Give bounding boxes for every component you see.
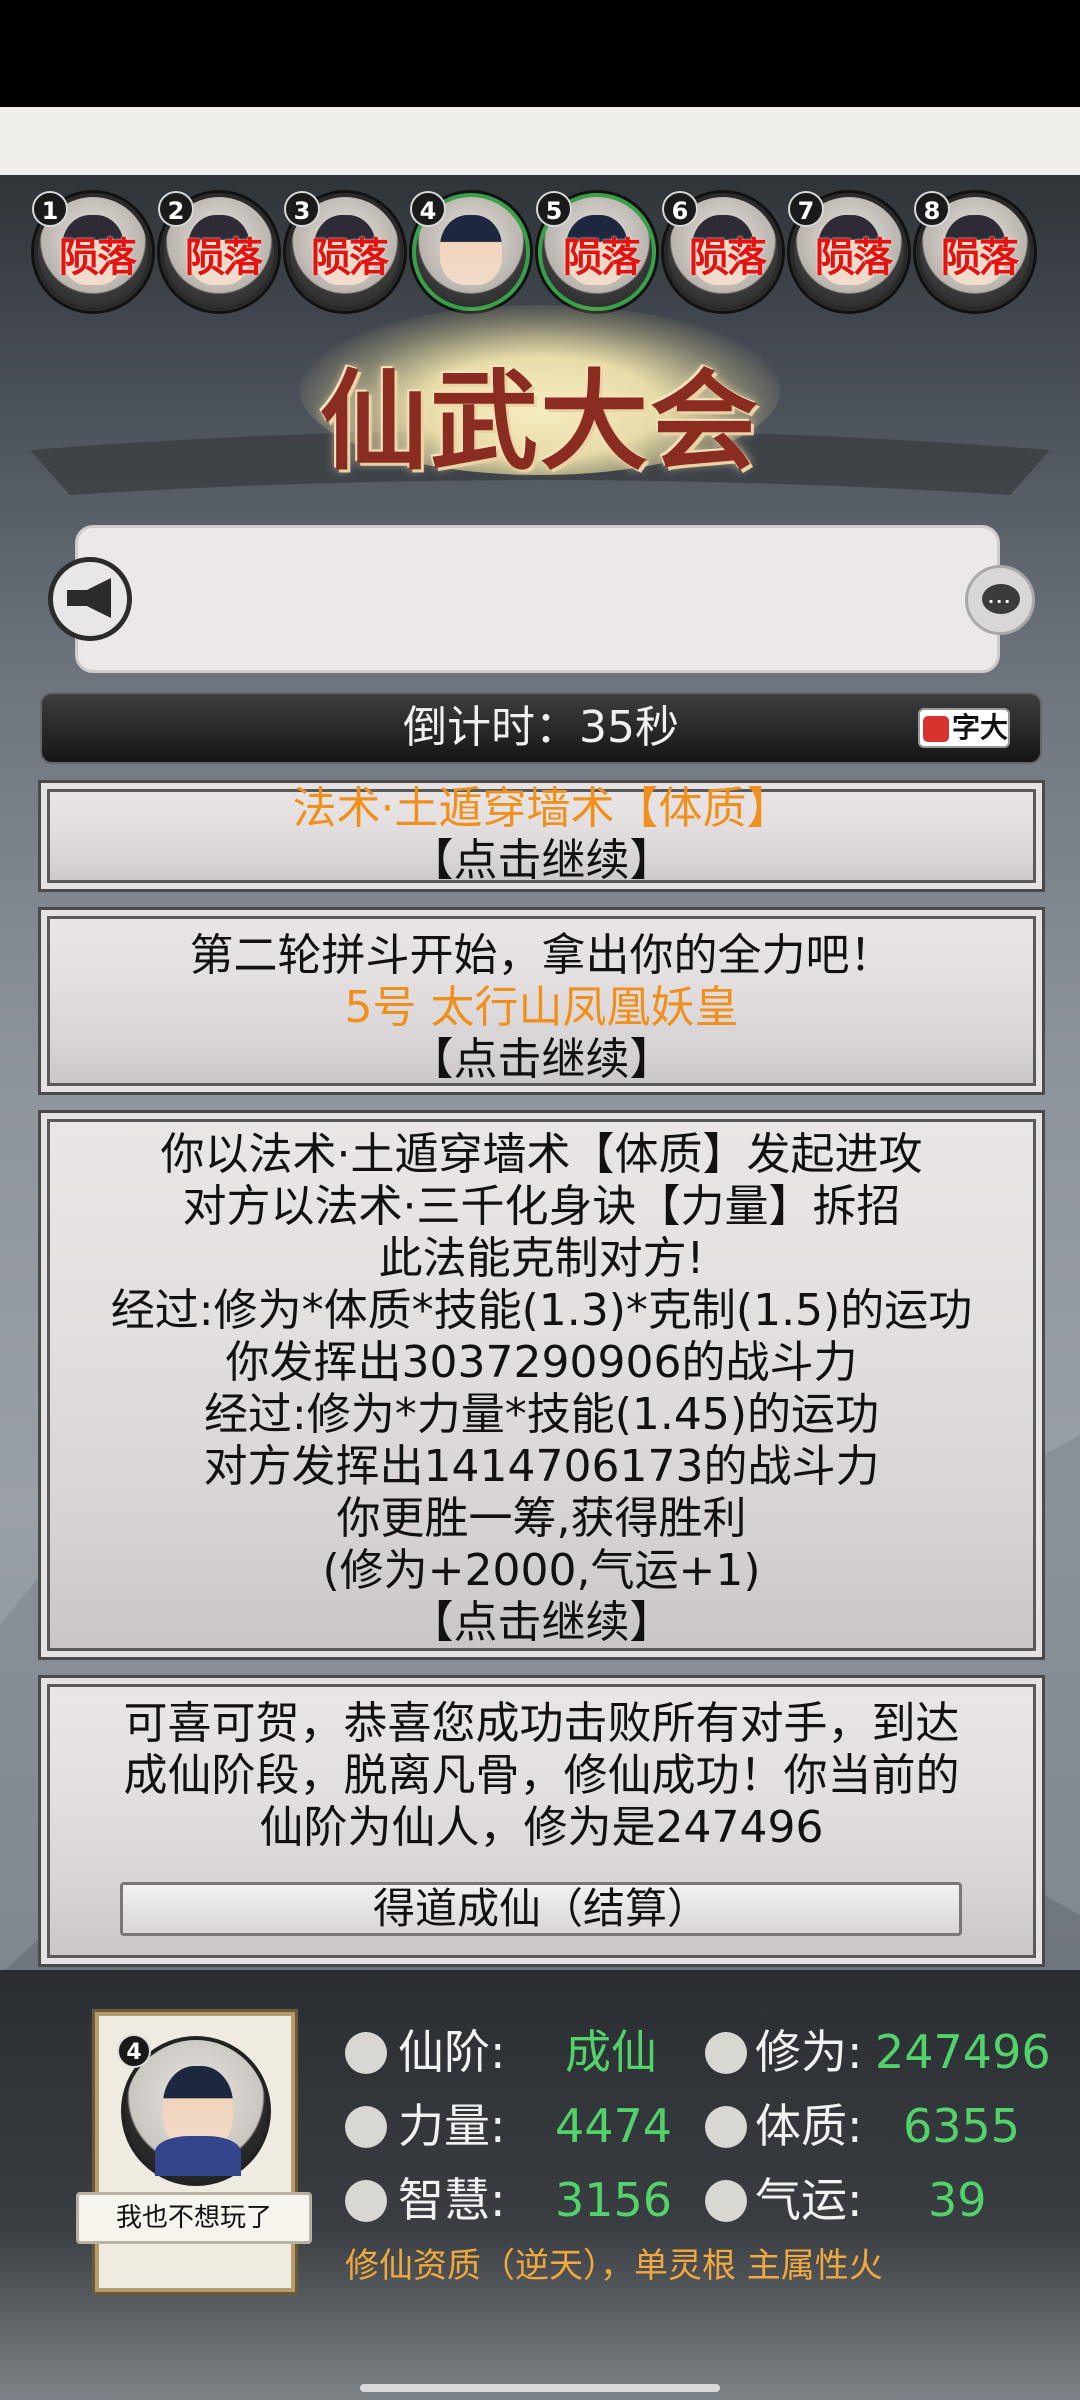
game-title: 仙武大会 [320, 359, 761, 485]
top-strip [0, 107, 1080, 175]
player-avatar-row: 1 陨落 2 陨落 3 陨落 4 5 陨落 6 陨落 7 陨落 8 陨落 [32, 191, 1046, 323]
avatar-number: 4 [410, 191, 446, 227]
player-number: 4 [117, 2034, 151, 2068]
cultivation-value: 247496 [875, 2025, 1051, 2079]
round-start-line: 第二轮拼斗开始，拿出你的全力吧！ [189, 930, 894, 981]
megaphone-icon[interactable] [48, 557, 132, 641]
avatar-slot-1[interactable]: 1 陨落 [32, 191, 152, 311]
fallen-label: 陨落 [311, 235, 389, 281]
battle-log-line: (修为+2000,气运+1) [322, 1545, 761, 1596]
log-skill-line: 法术·土遁穿墙术【体质】 [292, 783, 791, 834]
fallen-label: 陨落 [59, 235, 137, 281]
battle-log-line: 你以法术·土遁穿墙术【体质】发起进攻 [160, 1129, 923, 1180]
cultivation-icon [705, 2032, 747, 2074]
luck-icon [705, 2180, 747, 2222]
avatar-number: 6 [662, 191, 698, 227]
wisdom-icon [345, 2180, 387, 2222]
avatar-portrait [440, 215, 502, 285]
fallen-label: 陨落 [689, 235, 767, 281]
fallen-label: 陨落 [815, 235, 893, 281]
fallen-label: 陨落 [563, 235, 641, 281]
avatar-number: 3 [284, 191, 320, 227]
opponent-name: 5号 太行山凤凰妖皇 [344, 982, 739, 1033]
countdown-text: 倒计时：35秒 [403, 702, 679, 753]
avatar-slot-8[interactable]: 8 陨落 [914, 191, 1034, 311]
continue-prompt[interactable]: 【点击继续】 [41, 1597, 1042, 1649]
fallen-label: 陨落 [941, 235, 1019, 281]
strength-icon [345, 2106, 387, 2148]
avatar-number: 2 [158, 191, 194, 227]
wisdom-value: 3156 [555, 2173, 673, 2227]
strength-value: 4474 [555, 2099, 673, 2153]
font-size-toggle[interactable]: 字大 [918, 708, 1010, 748]
rank-icon [345, 2032, 387, 2074]
continue-prompt[interactable]: 【点击继续】 [41, 1034, 1042, 1086]
font-toggle-label: 字大 [952, 711, 1009, 744]
battle-log-line: 对方以法术·三千化身诀【力量】拆招 [182, 1181, 901, 1232]
home-indicator[interactable] [360, 2384, 720, 2392]
log-panel-1[interactable]: 法术·土遁穿墙术【体质】 【点击继续】 [38, 780, 1045, 892]
avatar-slot-2[interactable]: 2 陨落 [158, 191, 278, 311]
player-name: 我也不想玩了 [76, 2192, 312, 2244]
battle-log-line: 经过:修为*力量*技能(1.45)的运功 [203, 1389, 880, 1440]
battle-log-line: 对方发挥出1414706173的战斗力 [203, 1441, 880, 1492]
cultivation-label: 修为: [755, 2025, 863, 2079]
chat-icon[interactable]: ··· [965, 565, 1035, 635]
status-bar [0, 0, 1080, 107]
luck-label: 气运: [755, 2173, 863, 2227]
rank-label: 仙阶: [398, 2025, 506, 2079]
announcement-box [75, 525, 1000, 673]
victory-message-line: 仙阶为仙人，修为是247496 [259, 1802, 824, 1853]
continue-prompt[interactable]: 【点击继续】 [41, 835, 1042, 887]
wisdom-label: 智慧: [398, 2173, 506, 2227]
rank-value: 成仙 [565, 2025, 657, 2079]
luck-value: 39 [928, 2173, 987, 2227]
avatar-number: 5 [536, 191, 572, 227]
countdown-bar: 倒计时：35秒 [40, 692, 1042, 764]
avatar-number: 1 [32, 191, 68, 227]
battle-log-line: 此法能克制对方! [378, 1233, 705, 1284]
ascend-settlement-button[interactable]: 得道成仙（结算） [120, 1882, 962, 1936]
battle-log-line: 经过:修为*体质*技能(1.3)*克制(1.5)的运功 [110, 1285, 973, 1336]
avatar-number: 7 [788, 191, 824, 227]
battle-log-line: 你更胜一筹,获得胜利 [336, 1493, 747, 1544]
toggle-indicator [923, 716, 949, 742]
battle-log-line: 你发挥出3037290906的战斗力 [225, 1337, 858, 1388]
physique-icon [705, 2106, 747, 2148]
strength-label: 力量: [398, 2099, 506, 2153]
avatar-slot-5[interactable]: 5 陨落 [536, 191, 656, 311]
avatar-slot-7[interactable]: 7 陨落 [788, 191, 908, 311]
victory-message-line: 成仙阶段，脱离凡骨，修仙成功！你当前的 [123, 1750, 960, 1801]
avatar-slot-6[interactable]: 6 陨落 [662, 191, 782, 311]
log-panel-3[interactable]: 你以法术·土遁穿墙术【体质】发起进攻 对方以法术·三千化身诀【力量】拆招 此法能… [38, 1110, 1045, 1660]
log-panel-2[interactable]: 第二轮拼斗开始，拿出你的全力吧！ 5号 太行山凤凰妖皇 【点击继续】 [38, 907, 1045, 1095]
avatar-slot-4[interactable]: 4 [410, 191, 530, 311]
fallen-label: 陨落 [185, 235, 263, 281]
physique-value: 6355 [903, 2099, 1021, 2153]
avatar-number: 8 [914, 191, 950, 227]
victory-message-line: 可喜可贺，恭喜您成功击败所有对手，到达 [123, 1698, 960, 1749]
physique-label: 体质: [755, 2099, 863, 2153]
player-portrait-card[interactable]: 4 [95, 2012, 295, 2292]
avatar-slot-3[interactable]: 3 陨落 [284, 191, 404, 311]
cultivation-aptitude: 修仙资质（逆天），单灵根 主属性火 [345, 2246, 883, 2286]
